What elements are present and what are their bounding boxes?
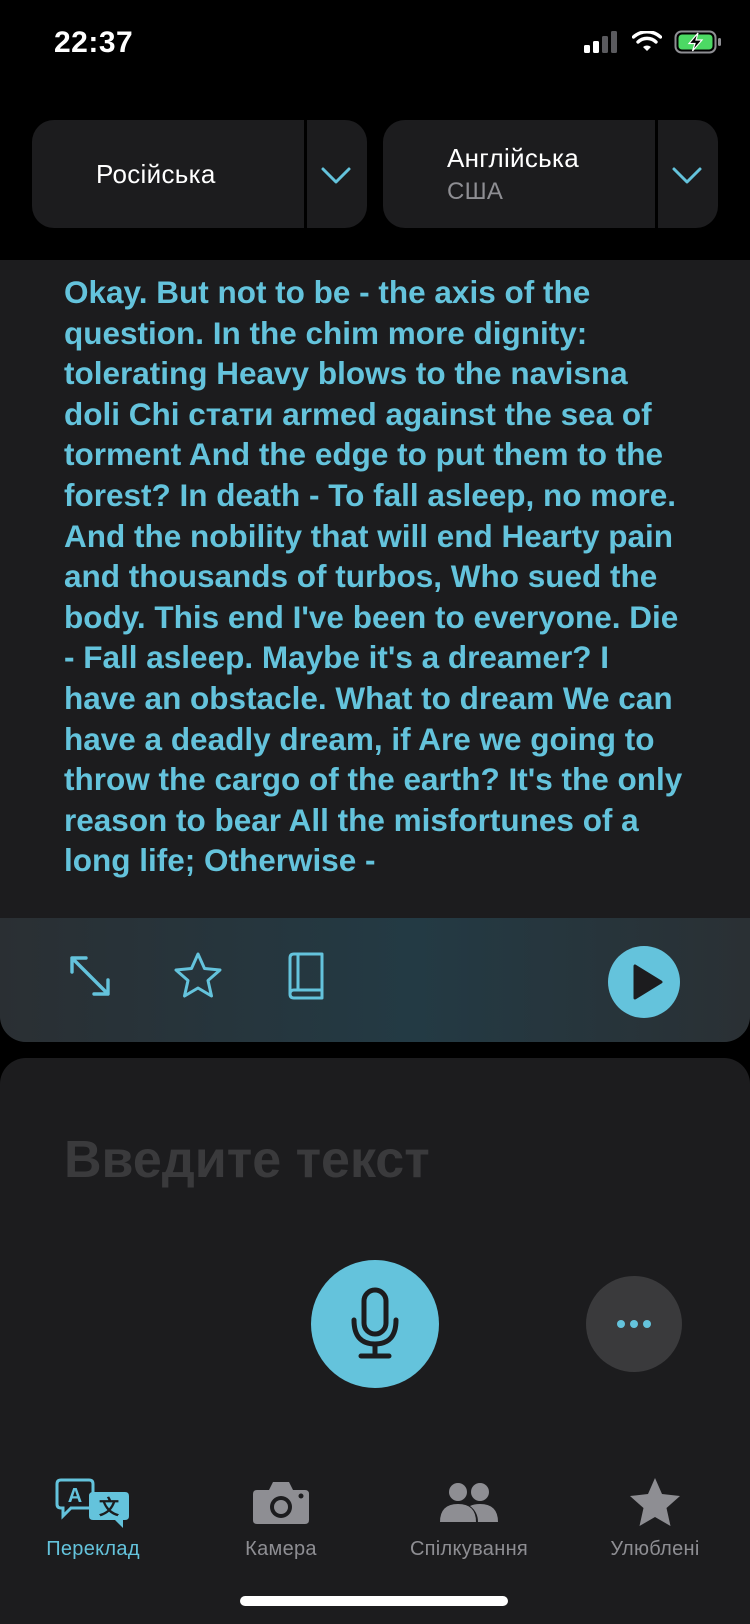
tab-label: Переклад (46, 1538, 140, 1560)
tab-translate[interactable]: A 文 Переклад (0, 1476, 188, 1561)
more-button[interactable] (586, 1276, 682, 1372)
text-input[interactable]: Введите текст (64, 1130, 430, 1190)
cellular-signal-icon (584, 31, 617, 53)
translation-card: Okay. But not to be - the axis of the qu… (0, 260, 750, 1042)
star-icon[interactable] (172, 950, 224, 1002)
wifi-icon (632, 31, 662, 51)
expand-icon[interactable] (64, 950, 116, 1002)
translate-icon: A 文 (55, 1478, 129, 1528)
target-language-selector[interactable]: Англійська США (383, 120, 718, 228)
camera-icon (253, 1482, 309, 1524)
input-panel: Введите текст (0, 1058, 750, 1458)
tab-label: Улюблені (610, 1538, 700, 1560)
target-language-name: Англійська (447, 142, 580, 173)
source-language-selector[interactable]: Російська (32, 120, 367, 228)
divider (655, 120, 658, 228)
more-icon (617, 1320, 651, 1328)
battery-charging-icon (674, 30, 721, 54)
tab-label: Камера (245, 1538, 317, 1560)
status-time: 22:37 (54, 26, 134, 59)
home-indicator (240, 1596, 508, 1606)
translation-toolbar (0, 918, 750, 1042)
target-language-variant: США (447, 177, 504, 205)
scroll-fade (0, 260, 750, 274)
language-selector-row: Російська Англійська США (32, 120, 718, 228)
chevron-down-icon[interactable] (319, 158, 353, 192)
divider (304, 120, 307, 228)
status-icons (584, 30, 722, 54)
microphone-icon (351, 1287, 399, 1359)
svg-text:A: A (68, 1485, 82, 1507)
source-language-name: Російська (96, 158, 216, 189)
play-icon (633, 964, 663, 1000)
status-bar: 22:37 (0, 0, 750, 90)
tab-camera[interactable]: Камера (186, 1476, 376, 1561)
chevron-down-icon[interactable] (670, 158, 704, 192)
microphone-button[interactable] (311, 1260, 439, 1388)
book-icon[interactable] (280, 950, 332, 1002)
star-filled-icon (630, 1478, 680, 1526)
people-icon (440, 1483, 498, 1522)
svg-text:文: 文 (99, 1495, 120, 1519)
translation-text[interactable]: Okay. But not to be - the axis of the qu… (64, 272, 688, 920)
tab-favorites[interactable]: Улюблені (560, 1476, 750, 1561)
play-button[interactable] (608, 946, 680, 1018)
tab-conversation[interactable]: Спілкування (374, 1476, 564, 1561)
tab-label: Спілкування (409, 1538, 529, 1560)
